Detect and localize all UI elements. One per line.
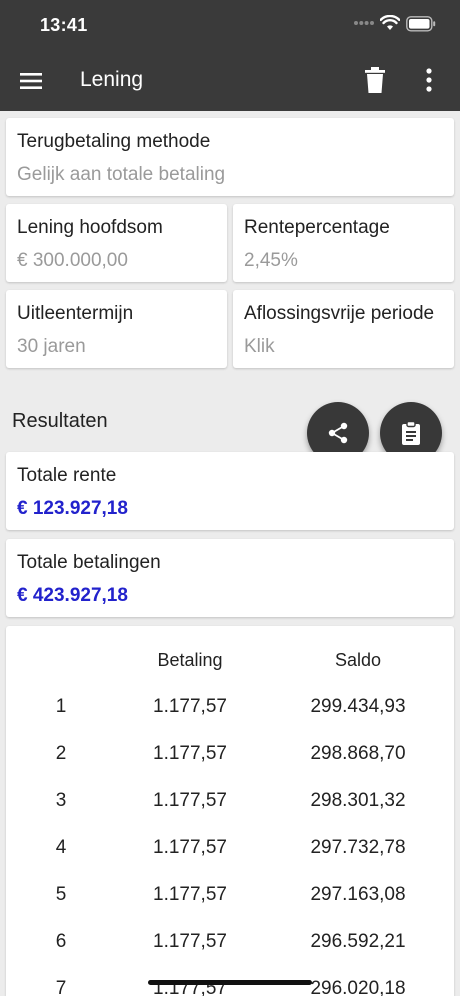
loan-term-card[interactable]: Uitleentermijn 30 jaren — [6, 290, 227, 368]
table-row: 2 1.177,57 298.868,70 — [6, 743, 454, 773]
home-indicator[interactable] — [148, 980, 312, 985]
payment-cell: 1.177,57 — [153, 837, 227, 858]
period-cell: 7 — [55, 978, 67, 996]
signal-icon — [354, 21, 374, 25]
loan-principal-value: € 300.000,00 — [17, 250, 128, 271]
page-title: Lening — [80, 68, 144, 91]
payment-cell: 1.177,57 — [153, 790, 227, 811]
period-cell: 6 — [55, 931, 67, 952]
repayment-method-value: Gelijk aan totale betaling — [17, 164, 226, 185]
period-cell: 1 — [55, 696, 67, 717]
table-header-balance: Saldo — [334, 650, 382, 670]
battery-icon — [406, 16, 436, 32]
loan-term-value: 30 jaren — [17, 336, 86, 357]
table-row: 4 1.177,57 297.732,78 — [6, 837, 454, 867]
payment-cell: 1.177,57 — [153, 931, 227, 952]
table-row: 3 1.177,57 298.301,32 — [6, 790, 454, 820]
interest-rate-value: 2,45% — [244, 250, 298, 271]
period-cell: 4 — [55, 837, 67, 858]
balance-cell: 296.592,21 — [310, 931, 406, 952]
grace-period-value: Klik — [244, 336, 275, 357]
clipboard-icon — [402, 420, 420, 445]
period-cell: 5 — [55, 884, 67, 905]
total-interest-value: € 123.927,18 — [17, 498, 128, 519]
share-icon — [328, 422, 348, 444]
total-interest-card: Totale rente € 123.927,18 — [6, 452, 454, 530]
loan-principal-label: Lening hoofdsom — [17, 217, 163, 238]
menu-icon[interactable] — [18, 68, 44, 94]
total-payments-card: Totale betalingen € 423.927,18 — [6, 539, 454, 617]
balance-cell: 298.868,70 — [310, 743, 406, 764]
total-interest-label: Totale rente — [17, 465, 117, 486]
repayment-method-card[interactable]: Terugbetaling methode Gelijk aan totale … — [6, 118, 454, 196]
app-bar: Lening — [0, 50, 460, 111]
total-payments-value: € 423.927,18 — [17, 585, 128, 606]
period-cell: 3 — [55, 790, 67, 811]
payment-cell: 1.177,57 — [153, 696, 227, 717]
status-time: 13:41 — [40, 15, 88, 35]
loan-term-label: Uitleentermijn — [17, 303, 134, 324]
more-vert-icon[interactable] — [418, 66, 440, 94]
loan-principal-card[interactable]: Lening hoofdsom € 300.000,00 — [6, 204, 227, 282]
balance-cell: 297.163,08 — [310, 884, 406, 905]
balance-cell: 299.434,93 — [310, 696, 406, 717]
repayment-method-label: Terugbetaling methode — [17, 131, 211, 152]
grace-period-label: Aflossingsvrije periode — [244, 303, 435, 324]
trash-icon[interactable] — [362, 66, 388, 94]
table-row: 1 1.177,57 299.434,93 — [6, 696, 454, 726]
interest-rate-card[interactable]: Rentepercentage 2,45% — [233, 204, 454, 282]
total-payments-label: Totale betalingen — [17, 552, 161, 573]
interest-rate-label: Rentepercentage — [244, 217, 390, 238]
wifi-icon — [380, 15, 400, 30]
payment-cell: 1.177,57 — [153, 884, 227, 905]
balance-cell: 297.732,78 — [310, 837, 406, 858]
results-title: Resultaten — [12, 410, 108, 432]
payment-cell: 1.177,57 — [153, 743, 227, 764]
period-cell: 2 — [55, 743, 67, 764]
table-row: 5 1.177,57 297.163,08 — [6, 884, 454, 914]
amortization-table: Betaling Saldo 1 1.177,57 299.434,93 2 1… — [6, 626, 454, 996]
balance-cell: 298.301,32 — [310, 790, 406, 811]
table-row: 6 1.177,57 296.592,21 — [6, 931, 454, 961]
status-bar: 13:41 — [0, 0, 460, 50]
table-header-payment: Betaling — [157, 650, 223, 670]
grace-period-card[interactable]: Aflossingsvrije periode Klik — [233, 290, 454, 368]
